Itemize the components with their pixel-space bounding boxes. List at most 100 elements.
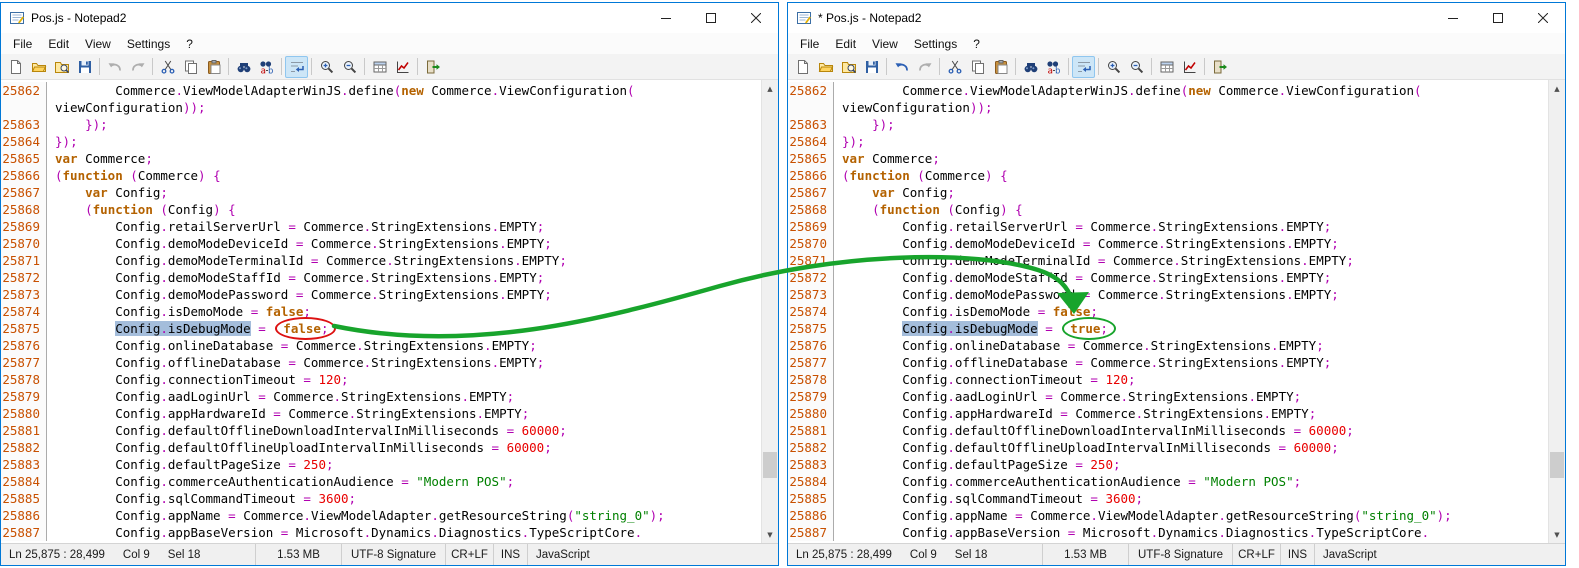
find-button[interactable] [1019, 56, 1042, 78]
scroll-thumb[interactable] [1550, 452, 1564, 478]
open-file-button[interactable] [814, 56, 837, 78]
line-number[interactable]: 25865 [1, 150, 47, 167]
line-number[interactable]: 25865 [788, 150, 834, 167]
code-line[interactable]: 25863 }); [788, 116, 1548, 133]
customize-schemes-button[interactable] [391, 56, 414, 78]
code-line[interactable]: 25866(function (Commerce) { [1, 167, 761, 184]
code-line[interactable]: 25879 Config.aadLoginUrl = Commerce.Stri… [788, 388, 1548, 405]
redo-button[interactable] [126, 56, 149, 78]
code-text[interactable]: Config.retailServerUrl = Commerce.String… [834, 218, 1331, 235]
line-number[interactable]: 25884 [788, 473, 834, 490]
code-line[interactable]: 25873 Config.demoModePassword = Commerce… [1, 286, 761, 303]
code-text[interactable]: Config.demoModeStaffId = Commerce.String… [47, 269, 544, 286]
code-line[interactable]: 25872 Config.demoModeStaffId = Commerce.… [1, 269, 761, 286]
code-text[interactable]: (function (Commerce) { [834, 167, 1008, 184]
line-number[interactable]: 25862 [788, 82, 834, 99]
code-line[interactable]: 25864}); [788, 133, 1548, 150]
maximize-button[interactable] [688, 3, 733, 33]
code-text[interactable]: Config.demoModeTerminalId = Commerce.Str… [834, 252, 1354, 269]
status-line-ending[interactable]: CR+LF [1233, 544, 1281, 565]
line-number[interactable]: 25869 [1, 218, 47, 235]
code-line[interactable]: 25865var Commerce; [788, 150, 1548, 167]
code-line[interactable]: 25874 Config.isDemoMode = false; [1, 303, 761, 320]
paste-button[interactable] [989, 56, 1012, 78]
code-line[interactable]: 25870 Config.demoModeDeviceId = Commerce… [788, 235, 1548, 252]
minimize-button[interactable] [1430, 3, 1475, 33]
replace-button[interactable]: a b [255, 56, 278, 78]
code-text[interactable]: Config.isDemoMode = false; [834, 303, 1098, 320]
code-line[interactable]: 25884 Config.commerceAuthenticationAudie… [788, 473, 1548, 490]
replace-button[interactable]: a b [1042, 56, 1065, 78]
code-line[interactable]: 25881 Config.defaultOfflineDownloadInter… [1, 422, 761, 439]
title-bar[interactable]: Pos.js - Notepad2 [1, 3, 778, 33]
code-line[interactable]: 25868 (function (Config) { [1, 201, 761, 218]
code-line[interactable]: 25883 Config.defaultPageSize = 250; [788, 456, 1548, 473]
close-button[interactable] [733, 3, 778, 33]
line-number[interactable]: 25878 [788, 371, 834, 388]
code-text[interactable]: Config.aadLoginUrl = Commerce.StringExte… [47, 388, 514, 405]
code-text[interactable]: Config.defaultOfflineUploadIntervalInMil… [834, 439, 1339, 456]
status-line-ending[interactable]: CR+LF [446, 544, 494, 565]
code-text[interactable]: Config.appBaseVersion = Microsoft.Dynami… [834, 524, 1429, 541]
code-text[interactable]: (function (Config) { [47, 201, 236, 218]
code-text[interactable]: Config.retailServerUrl = Commerce.String… [47, 218, 544, 235]
status-encoding[interactable]: UTF-8 Signature [1129, 544, 1233, 565]
paste-button[interactable] [202, 56, 225, 78]
menu-help[interactable]: ? [178, 35, 201, 53]
code-line[interactable]: 25886 Config.appName = Commerce.ViewMode… [1, 507, 761, 524]
line-number[interactable]: 25883 [788, 456, 834, 473]
exit-button[interactable] [1208, 56, 1231, 78]
code-text[interactable]: Config.defaultPageSize = 250; [834, 456, 1121, 473]
code-lines[interactable]: 25862 Commerce.ViewModelAdapterWinJS.def… [788, 80, 1548, 543]
minimize-button[interactable] [643, 3, 688, 33]
new-file-button[interactable] [791, 56, 814, 78]
line-number[interactable]: 25867 [788, 184, 834, 201]
code-text[interactable]: Config.appHardwareId = Commerce.StringEx… [834, 405, 1316, 422]
code-line[interactable]: 25881 Config.defaultOfflineDownloadInter… [788, 422, 1548, 439]
code-line[interactable]: 25877 Config.offlineDatabase = Commerce.… [1, 354, 761, 371]
code-text[interactable]: Config.defaultOfflineDownloadIntervalInM… [834, 422, 1354, 439]
scroll-down-arrow[interactable]: ▼ [762, 526, 778, 543]
code-line[interactable]: 25887 Config.appBaseVersion = Microsoft.… [1, 524, 761, 541]
vertical-scrollbar[interactable]: ▲ ▼ [1548, 80, 1565, 543]
code-line[interactable]: 25876 Config.onlineDatabase = Commerce.S… [1, 337, 761, 354]
line-number[interactable]: 25866 [788, 167, 834, 184]
selected-text[interactable]: Config.isDebugMode [115, 321, 250, 336]
line-number[interactable]: 25871 [788, 252, 834, 269]
exit-button[interactable] [421, 56, 444, 78]
code-line[interactable]: 25870 Config.demoModeDeviceId = Commerce… [1, 235, 761, 252]
line-number[interactable]: 25863 [788, 116, 834, 133]
menu-edit[interactable]: Edit [827, 35, 864, 53]
code-line[interactable]: 25862 Commerce.ViewModelAdapterWinJS.def… [1, 82, 761, 99]
menu-help[interactable]: ? [965, 35, 988, 53]
status-syntax-scheme[interactable]: JavaScript [1315, 544, 1565, 565]
code-text[interactable]: Config.connectionTimeout = 120; [47, 371, 349, 388]
zoom-in-button[interactable] [315, 56, 338, 78]
menu-settings[interactable]: Settings [119, 35, 178, 53]
line-number[interactable]: 25877 [1, 354, 47, 371]
scroll-up-arrow[interactable]: ▲ [1549, 80, 1565, 97]
code-line[interactable]: 25868 (function (Config) { [788, 201, 1548, 218]
code-text[interactable]: Config.isDebugMode = true; [834, 320, 1116, 337]
status-insert-mode[interactable]: INS [494, 544, 528, 565]
line-number[interactable]: 25872 [1, 269, 47, 286]
code-line[interactable]: 25883 Config.defaultPageSize = 250; [1, 456, 761, 473]
code-text[interactable]: Config.isDebugMode = false; [47, 320, 336, 337]
code-line[interactable]: 25875 Config.isDebugMode = false; [1, 320, 761, 337]
line-number[interactable]: 25879 [788, 388, 834, 405]
line-number[interactable]: 25882 [1, 439, 47, 456]
code-line[interactable]: 25886 Config.appName = Commerce.ViewMode… [788, 507, 1548, 524]
code-text[interactable]: viewConfiguration)); [47, 99, 206, 116]
line-number[interactable]: 25868 [788, 201, 834, 218]
undo-button[interactable] [103, 56, 126, 78]
scroll-down-arrow[interactable]: ▼ [1549, 526, 1565, 543]
line-number[interactable]: 25870 [1, 235, 47, 252]
line-number[interactable]: 25881 [1, 422, 47, 439]
line-number[interactable]: 25864 [788, 133, 834, 150]
line-number[interactable]: 25877 [788, 354, 834, 371]
code-text[interactable]: viewConfiguration)); [834, 99, 993, 116]
code-line[interactable]: 25882 Config.defaultOfflineUploadInterva… [1, 439, 761, 456]
line-number[interactable] [788, 99, 834, 116]
copy-button[interactable] [966, 56, 989, 78]
code-text[interactable]: Config.demoModeTerminalId = Commerce.Str… [47, 252, 567, 269]
